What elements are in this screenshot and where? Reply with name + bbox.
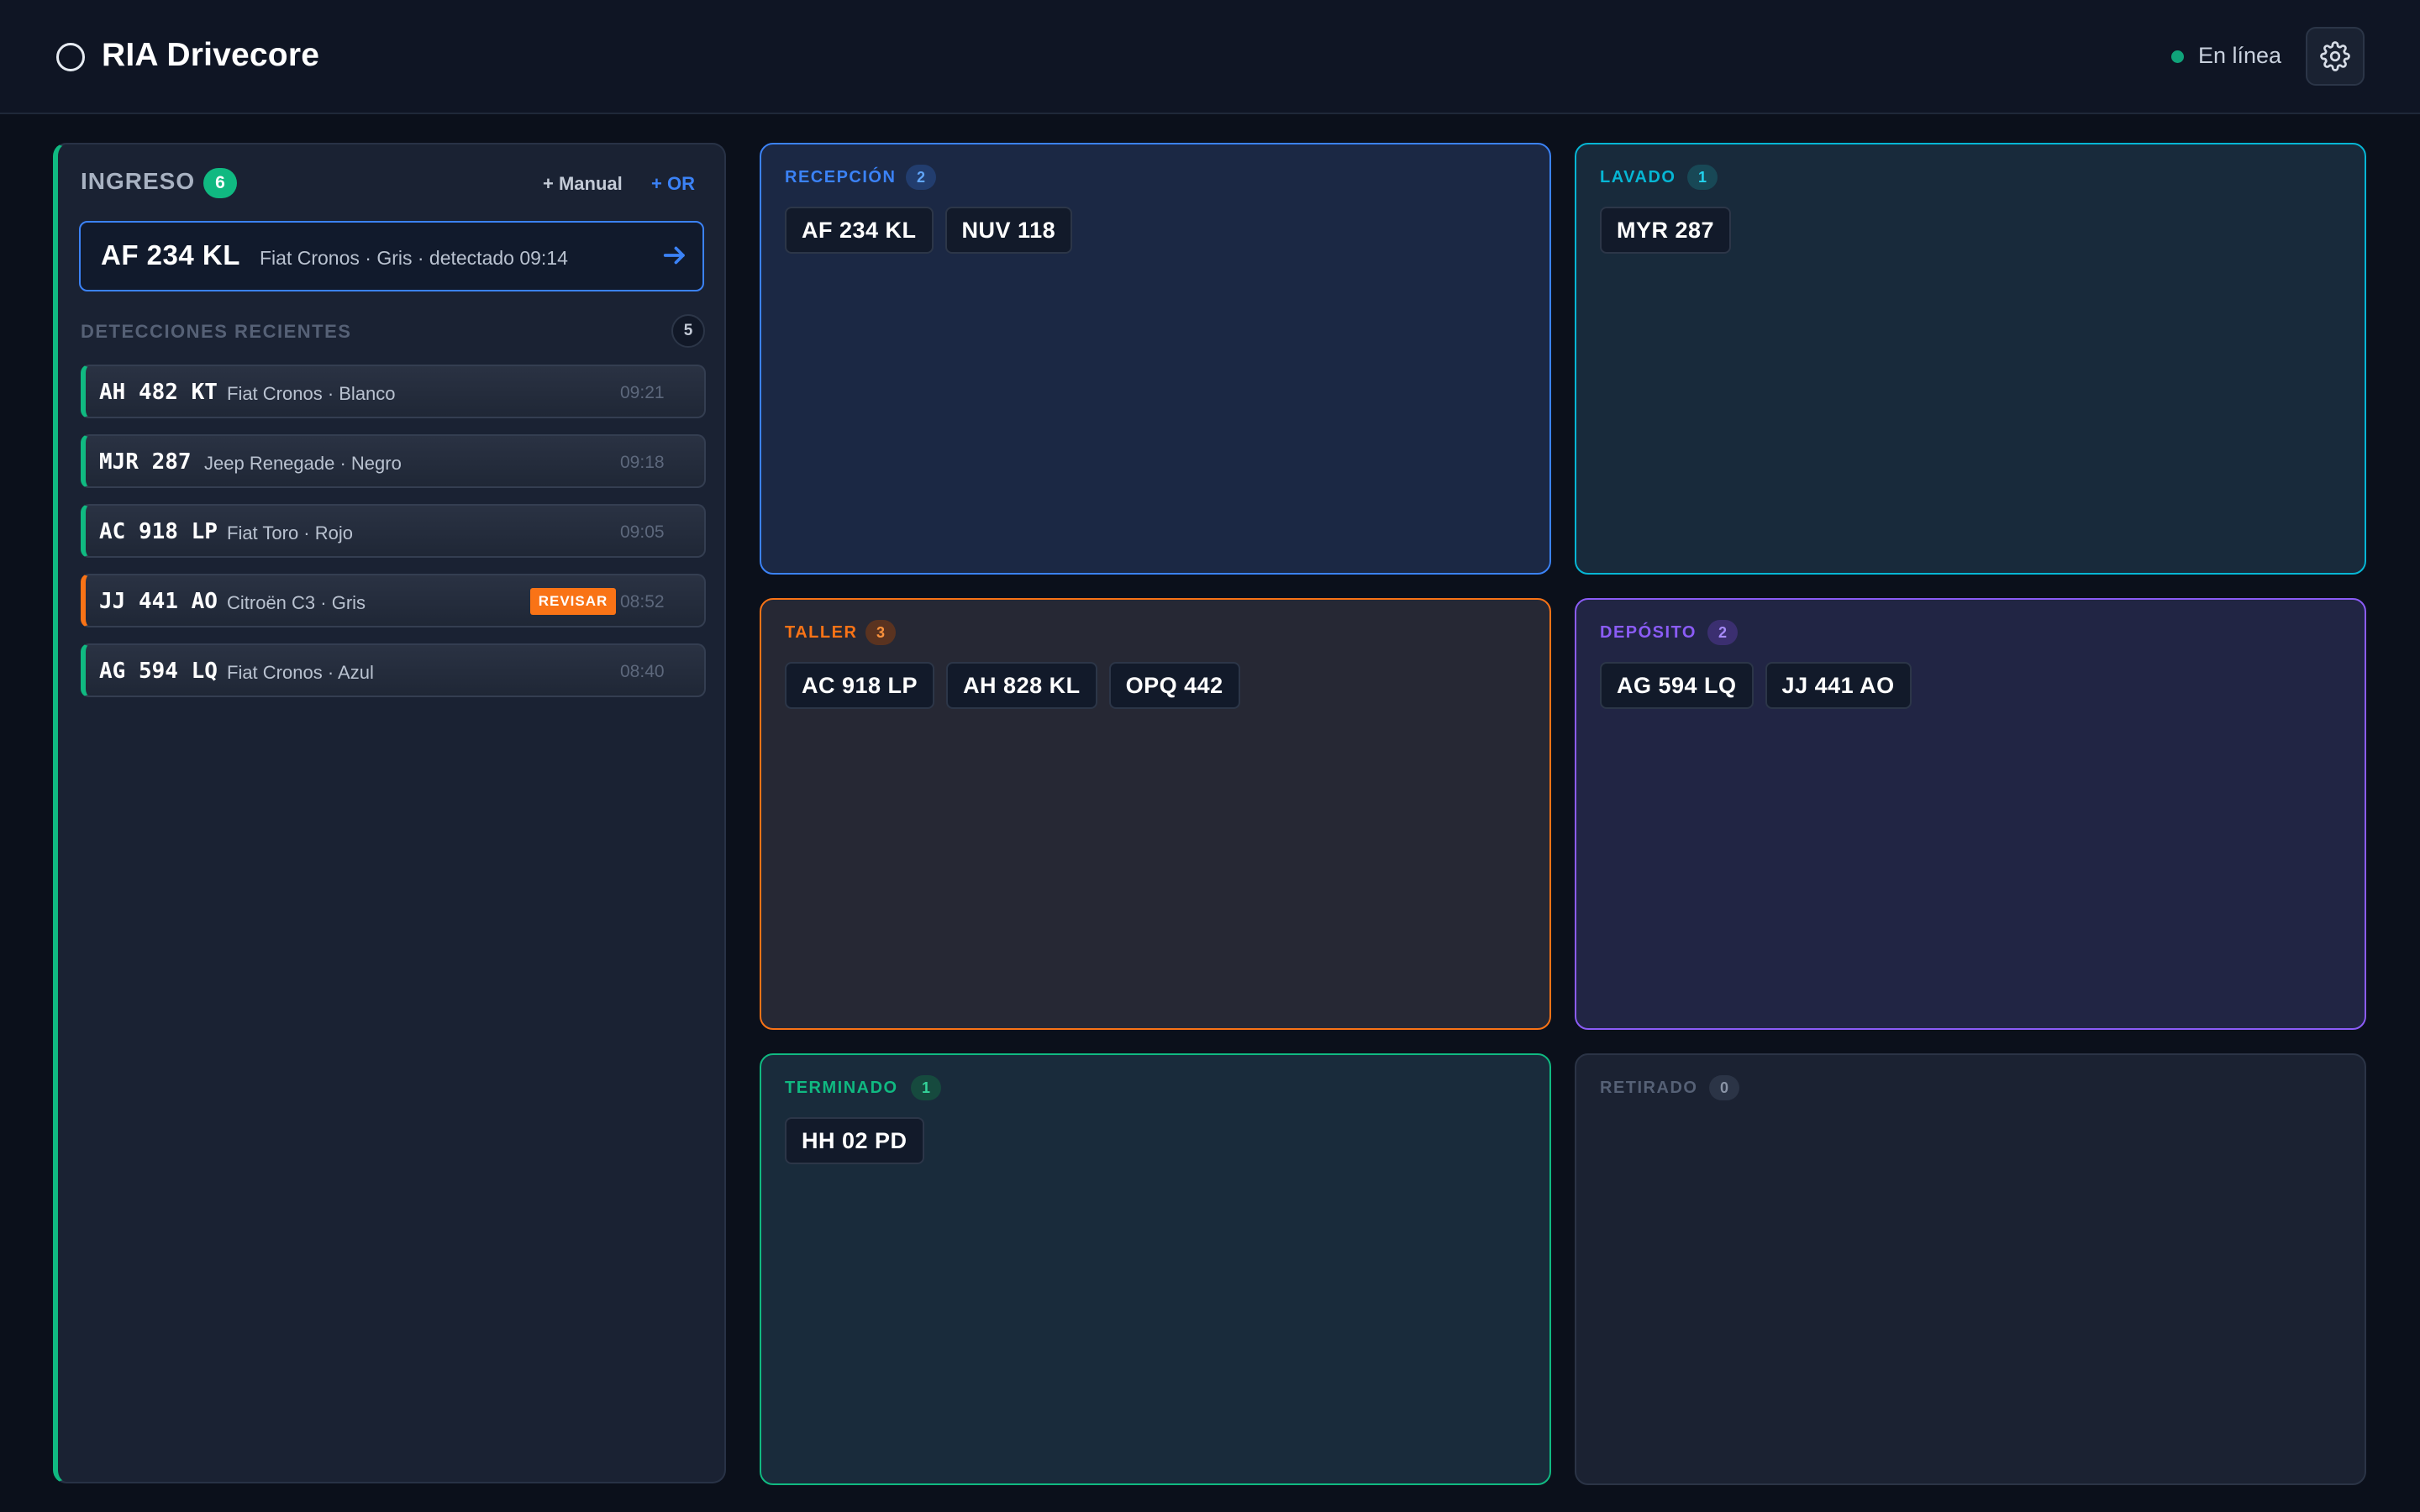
plate-chip[interactable]: MYR 287: [1600, 207, 1732, 254]
stage-taller[interactable]: TALLER 3 AC 918 LP AH 828 KL OPQ 442: [760, 598, 1551, 1030]
plate-chip[interactable]: OPQ 442: [1108, 662, 1240, 709]
detection-time: 09:18: [620, 453, 665, 472]
add-or-button[interactable]: + OR: [651, 173, 695, 195]
ingreso-title: INGRESO: [81, 168, 196, 194]
detection-plate: AH 482 KT: [99, 380, 218, 405]
detection-description: Fiat Toro · Rojo: [227, 522, 353, 543]
stage-title: RETIRADO: [1600, 1079, 1698, 1097]
plate-chip-list: AC 918 LP AH 828 KL OPQ 442: [785, 662, 1240, 709]
ingreso-panel: INGRESO 6 + Manual + OR AF 234 KL Fiat C…: [53, 143, 726, 1483]
detection-time: 08:52: [620, 592, 665, 612]
stage-terminado[interactable]: TERMINADO 1 HH 02 PD: [760, 1053, 1551, 1485]
detection-row[interactable]: AG 594 LQ Fiat Cronos · Azul 08:40: [81, 643, 706, 697]
detection-description: Fiat Cronos · Azul: [227, 662, 374, 683]
detection-plate: JJ 441 AO: [99, 589, 218, 614]
online-status-label: En línea: [2198, 43, 2282, 68]
detection-plate: MJR 287: [99, 449, 192, 475]
plate-chip[interactable]: AH 828 KL: [946, 662, 1097, 709]
app-title: RIA Drivecore: [102, 37, 320, 73]
detection-description: Citroën C3 · Gris: [227, 592, 366, 613]
plate-chip[interactable]: JJ 441 AO: [1765, 662, 1912, 709]
recent-detections-count: 5: [671, 314, 705, 348]
stage-count-badge: 2: [1707, 620, 1738, 645]
stage-deposito[interactable]: DEPÓSITO 2 AG 594 LQ JJ 441 AO: [1575, 598, 2366, 1030]
detection-time: 08:40: [620, 662, 665, 681]
stage-count-badge: 1: [911, 1075, 941, 1100]
detection-description: Fiat Cronos · Blanco: [227, 383, 396, 404]
plate-chip[interactable]: AF 234 KL: [785, 207, 934, 254]
stage-title: TERMINADO: [785, 1079, 898, 1097]
plate-chip[interactable]: NUV 118: [944, 207, 1073, 254]
stage-count-badge: 1: [1687, 165, 1718, 190]
stage-title: TALLER: [785, 623, 858, 642]
detection-plate: AC 918 LP: [99, 519, 218, 544]
stage-title: LAVADO: [1600, 168, 1676, 186]
detection-row[interactable]: AH 482 KT Fiat Cronos · Blanco 09:21: [81, 365, 706, 418]
stage-retirado[interactable]: RETIRADO 0: [1575, 1053, 2366, 1485]
featured-plate: AF 234 KL: [101, 239, 240, 270]
stage-recepcion[interactable]: RECEPCIÓN 2 AF 234 KL NUV 118: [760, 143, 1551, 575]
plate-chip-list: AG 594 LQ JJ 441 AO: [1600, 662, 1912, 709]
stage-title: RECEPCIÓN: [785, 168, 897, 186]
detection-description: Jeep Renegade · Negro: [204, 453, 402, 474]
review-badge: REVISAR: [530, 588, 616, 615]
detection-row[interactable]: MJR 287 Jeep Renegade · Negro 09:18: [81, 434, 706, 488]
arrow-right-icon[interactable]: [660, 241, 689, 270]
gear-icon: [2320, 41, 2350, 71]
stage-count-badge: 2: [906, 165, 936, 190]
settings-button[interactable]: [2306, 27, 2365, 86]
detection-time: 09:21: [620, 383, 665, 402]
recent-detections-title: DETECCIONES RECIENTES: [81, 321, 352, 342]
stage-lavado[interactable]: LAVADO 1 MYR 287: [1575, 143, 2366, 575]
stage-count-badge: 3: [865, 620, 896, 645]
plate-chip-list: HH 02 PD: [785, 1117, 924, 1164]
detection-time: 09:05: [620, 522, 665, 542]
plate-chip-list: AF 234 KL NUV 118: [785, 207, 1073, 254]
detection-plate: AG 594 LQ: [99, 659, 218, 684]
plate-chip[interactable]: AC 918 LP: [785, 662, 935, 709]
plate-chip[interactable]: HH 02 PD: [785, 1117, 924, 1164]
add-manual-button[interactable]: + Manual: [543, 173, 623, 195]
detection-row[interactable]: AC 918 LP Fiat Toro · Rojo 09:05: [81, 504, 706, 558]
featured-description: Fiat Cronos · Gris · detectado 09:14: [260, 247, 568, 269]
app-header: RIA Drivecore En línea: [0, 0, 2420, 114]
detection-row[interactable]: JJ 441 AO Citroën C3 · Gris REVISAR 08:5…: [81, 574, 706, 627]
featured-detection-card[interactable]: AF 234 KL Fiat Cronos · Gris · detectado…: [79, 221, 704, 291]
stage-count-badge: 0: [1709, 1075, 1739, 1100]
stage-title: DEPÓSITO: [1600, 623, 1697, 642]
logo-circle-icon: [56, 43, 85, 71]
online-status-dot: [2171, 50, 2184, 63]
plate-chip[interactable]: AG 594 LQ: [1600, 662, 1754, 709]
ingreso-count-badge: 6: [203, 168, 237, 198]
plate-chip-list: MYR 287: [1600, 207, 1732, 254]
